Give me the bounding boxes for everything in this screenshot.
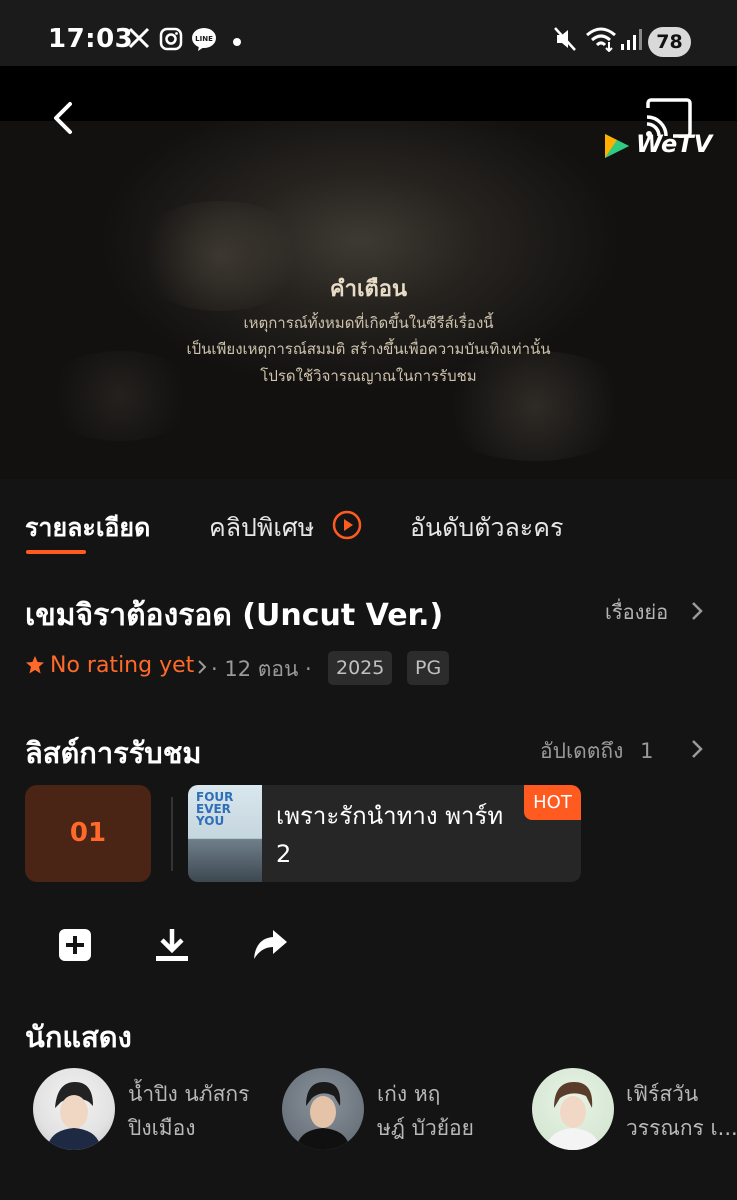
actor-avatar[interactable] bbox=[282, 1068, 364, 1150]
instagram-icon bbox=[159, 27, 183, 51]
tab-details[interactable]: รายละเอียด bbox=[25, 508, 150, 548]
wifi-icon bbox=[586, 27, 616, 52]
age-rating-badge: PG bbox=[407, 651, 450, 685]
warning-line: โปรดใช้วิจารณญาณในการรับชม bbox=[260, 367, 477, 385]
play-circle-icon bbox=[332, 510, 362, 540]
show-title: เขมจิราต้องรอด (Uncut Ver.) bbox=[25, 598, 444, 633]
warning-line: เหตุการณ์ทั้งหมดที่เกิดขึ้นในซีรีส์เรื่อ… bbox=[243, 314, 494, 332]
actor-avatar[interactable] bbox=[532, 1068, 614, 1150]
tab-extra-clips[interactable]: คลิปพิเศษ bbox=[209, 508, 314, 548]
notification-dot bbox=[233, 38, 241, 46]
actor-portrait bbox=[546, 1082, 600, 1150]
wetv-logo-icon bbox=[605, 134, 629, 158]
chevron-right-icon[interactable] bbox=[197, 659, 207, 675]
svg-text:LINE: LINE bbox=[195, 35, 213, 43]
actor-portrait bbox=[47, 1082, 101, 1150]
actor-name[interactable]: เฟิร์สวัน bbox=[626, 1077, 698, 1111]
actor-portrait bbox=[296, 1082, 350, 1150]
warning-title: คำเตือน bbox=[329, 277, 408, 302]
back-arrow-icon[interactable] bbox=[46, 100, 82, 136]
actor-avatar[interactable] bbox=[33, 1068, 115, 1150]
year-badge: 2025 bbox=[328, 651, 393, 685]
video-frame[interactable]: คำเตือน เหตุการณ์ทั้งหมดที่เกิดขึ้นในซีร… bbox=[0, 121, 737, 479]
synopsis-link[interactable]: เรื่องย่อ bbox=[605, 596, 668, 628]
episode-count: · 12 ตอน · bbox=[211, 657, 312, 681]
update-count: 1 bbox=[640, 739, 654, 763]
wetv-logo-text: WeTV bbox=[636, 130, 713, 158]
star-icon bbox=[26, 656, 44, 674]
actor-name[interactable]: น้ำปิง นภัสกร bbox=[128, 1077, 249, 1111]
actor-name[interactable]: ปิงเมือง bbox=[128, 1111, 195, 1145]
watch-list-title: ลิสต์การรับชม bbox=[25, 736, 202, 770]
recommended-title: เพราะรักนำทาง พาร์ท 2 bbox=[276, 802, 504, 868]
actor-name[interactable]: วรรณกร เ... bbox=[626, 1111, 737, 1145]
recommended-card[interactable]: FOUR EVER YOU เพราะรักนำทาง พาร์ท 2 bbox=[188, 785, 581, 882]
cast-title: นักแสดง bbox=[25, 1020, 132, 1054]
recommended-thumbnail: FOUR EVER YOU bbox=[188, 785, 262, 882]
rating-link[interactable]: No rating yet bbox=[50, 653, 194, 678]
episode-button[interactable]: 01 bbox=[25, 785, 151, 882]
tab-character-ranking[interactable]: อันดับตัวละคร bbox=[410, 508, 563, 548]
divider bbox=[171, 797, 173, 871]
actor-name[interactable]: ษฎ์ บัวย้อย bbox=[377, 1111, 474, 1145]
line-icon: LINE bbox=[192, 28, 216, 51]
update-label[interactable]: อัปเดตถึง 1 bbox=[540, 735, 653, 768]
status-bar: 17:03 LINE 78 bbox=[0, 0, 737, 66]
hot-badge: HOT bbox=[524, 785, 581, 820]
video-player[interactable]: คำเตือน เหตุการณ์ทั้งหมดที่เกิดขึ้นในซีร… bbox=[0, 66, 737, 479]
mute-icon bbox=[554, 27, 576, 51]
add-icon[interactable] bbox=[56, 926, 94, 964]
tab-bar: รายละเอียด คลิปพิเศษ อันดับตัวละคร bbox=[0, 508, 737, 558]
clock: 17:03 bbox=[48, 24, 134, 54]
show-meta: No rating yet · 12 ตอน · 2025 PG bbox=[25, 651, 725, 685]
chevron-right-icon[interactable] bbox=[690, 738, 704, 760]
battery-indicator: 78 bbox=[648, 27, 691, 57]
x-icon bbox=[128, 27, 150, 49]
signal-icon bbox=[621, 29, 642, 50]
actor-name[interactable]: เก่ง หฤ bbox=[377, 1077, 440, 1111]
warning-line: เป็นเพียงเหตุการณ์สมมติ สร้างขึ้นเพื่อคว… bbox=[186, 340, 551, 358]
chevron-right-icon[interactable] bbox=[690, 600, 704, 622]
update-text: อัปเดตถึง bbox=[540, 739, 624, 763]
active-tab-indicator bbox=[26, 550, 86, 554]
thumbnail-title: FOUR EVER YOU bbox=[196, 790, 234, 828]
share-icon[interactable] bbox=[251, 926, 289, 964]
download-icon[interactable] bbox=[153, 926, 191, 964]
